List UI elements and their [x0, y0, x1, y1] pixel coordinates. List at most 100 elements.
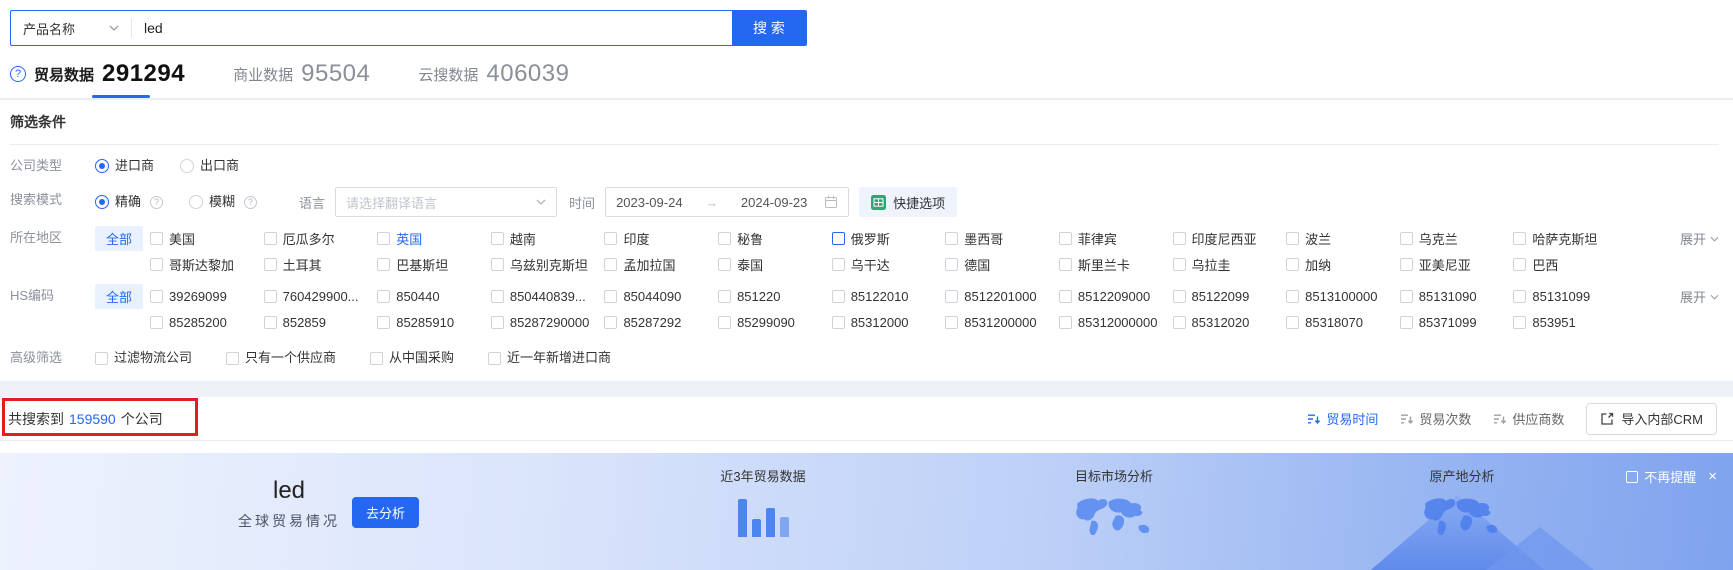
info-icon[interactable]: ?	[244, 195, 258, 209]
hs-expand-link[interactable]: 展开	[1680, 287, 1719, 306]
region-checkbox[interactable]: 乌克兰	[1399, 229, 1514, 248]
fuzzy-mode-radio[interactable]: 模糊 ?	[189, 189, 258, 215]
checkbox-icon	[945, 315, 959, 329]
info-icon[interactable]: ?	[150, 195, 164, 209]
hs-code-checkbox[interactable]: 853951	[1513, 315, 1627, 330]
region-checkbox[interactable]: 土耳其	[263, 255, 378, 274]
sort-supplier-count[interactable]: 供应商数	[1493, 409, 1564, 428]
hs-code-checkbox[interactable]: 85371099	[1399, 315, 1514, 330]
hs-code-checkbox[interactable]: 85285910	[377, 315, 491, 330]
region-checkbox[interactable]: 乌兹别克斯坦	[490, 255, 605, 274]
hs-code-checkbox[interactable]: 85131099	[1513, 289, 1627, 304]
radio-icon	[180, 159, 195, 173]
hs-code-checkbox[interactable]: 8513100000	[1286, 289, 1400, 304]
hs-code-checkbox[interactable]: 8531200000	[945, 315, 1059, 330]
hs-code-checkbox[interactable]: 851220	[718, 289, 832, 304]
hs-code-checkbox[interactable]: 85318070	[1286, 315, 1400, 330]
hs-code-checkbox[interactable]: 85131090	[1399, 289, 1514, 304]
hs-code-checkbox[interactable]: 85285200	[150, 315, 264, 330]
search-category-dropdown[interactable]: 产品名称	[11, 11, 131, 45]
hs-code-checkbox[interactable]: 85312000000	[1058, 315, 1173, 330]
importer-radio[interactable]: 进口商	[95, 153, 154, 179]
hs-code-checkbox[interactable]: 85122010	[831, 289, 946, 304]
region-checkbox[interactable]: 乌干达	[831, 255, 946, 274]
dismiss-checkbox-icon[interactable]	[1626, 470, 1639, 483]
region-checkbox[interactable]: 英国	[377, 229, 491, 248]
advanced-checkbox[interactable]: 近一年新增进口商	[488, 345, 611, 371]
question-circle-icon[interactable]: ?	[10, 66, 26, 82]
hs-code-checkbox[interactable]: 85299090	[718, 315, 832, 330]
checkbox-icon	[945, 257, 959, 271]
region-checkbox[interactable]: 德国	[945, 255, 1059, 274]
checkbox-icon	[718, 231, 732, 245]
region-checkbox[interactable]: 秘鲁	[718, 229, 832, 248]
sort-trade-count[interactable]: 贸易次数	[1400, 409, 1471, 428]
region-checkbox[interactable]: 俄罗斯	[831, 229, 946, 248]
company-type-label: 公司类型	[10, 158, 63, 173]
hs-all-tag[interactable]: 全部	[95, 283, 144, 309]
radio-icon	[95, 195, 109, 209]
region-checkbox[interactable]: 墨西哥	[945, 229, 1059, 248]
advanced-checkbox[interactable]: 过滤物流公司	[95, 345, 192, 371]
hs-code-checkbox[interactable]: 8512209000	[1058, 289, 1173, 304]
search-button[interactable]: 搜 索	[732, 11, 806, 45]
analysis-banner[interactable]: led 全球贸易情况 去分析 近3年贸易数据 目标市场分析 原产地分析 不再提醒…	[0, 453, 1733, 570]
hs-code-checkbox[interactable]: 85122099	[1172, 289, 1287, 304]
region-all-tag[interactable]: 全部	[95, 225, 144, 251]
hs-code-checkbox[interactable]: 850440839...	[490, 289, 605, 304]
region-checkbox[interactable]: 波兰	[1286, 229, 1400, 248]
advanced-checkbox[interactable]: 只有一个供应商	[226, 345, 336, 371]
date-range-picker[interactable]: 2023-09-24 → 2024-09-23	[605, 187, 850, 217]
hs-code-checkbox[interactable]: 85044090	[604, 289, 718, 304]
checkbox-icon	[1399, 231, 1413, 245]
exporter-radio[interactable]: 出口商	[180, 153, 239, 179]
close-icon[interactable]: ×	[1708, 468, 1717, 485]
search-input[interactable]	[132, 11, 732, 45]
tab-business-data[interactable]: 商业数据 95504	[233, 60, 370, 88]
region-checkbox[interactable]: 加纳	[1286, 255, 1400, 274]
dismiss-label[interactable]: 不再提醒	[1644, 467, 1696, 486]
hs-code-checkbox[interactable]: 85312020	[1172, 315, 1287, 330]
hs-code-checkbox[interactable]: 8512201000	[945, 289, 1059, 304]
advanced-checkbox[interactable]: 从中国采购	[370, 345, 454, 371]
top-section: 产品名称 搜 索 ? 贸易数据 291294 商业数据 95504 云搜数据 4…	[0, 0, 1733, 100]
region-checkbox[interactable]: 孟加拉国	[604, 255, 718, 274]
sort-trade-time[interactable]: 贸易时间	[1307, 409, 1378, 428]
region-checkbox[interactable]: 哈萨克斯坦	[1513, 229, 1627, 248]
hs-code-checkbox[interactable]: 85287292	[604, 315, 718, 330]
tab-trade-data[interactable]: ? 贸易数据 291294	[10, 60, 185, 88]
region-checkbox[interactable]: 乌拉圭	[1172, 255, 1287, 274]
region-checkbox[interactable]: 哥斯达黎加	[150, 255, 264, 274]
region-checkbox[interactable]: 巴基斯坦	[377, 255, 491, 274]
checkbox-icon	[718, 289, 732, 303]
region-checkbox[interactable]: 亚美尼亚	[1399, 255, 1514, 274]
region-checkbox[interactable]: 越南	[490, 229, 605, 248]
checkbox-icon	[1513, 257, 1527, 271]
region-checkbox[interactable]: 印度尼西亚	[1172, 229, 1287, 248]
region-checkbox[interactable]: 斯里兰卡	[1058, 255, 1173, 274]
data-source-tabs: ? 贸易数据 291294 商业数据 95504 云搜数据 406039	[10, 60, 1733, 98]
radio-icon	[189, 195, 204, 209]
region-checkbox[interactable]: 厄瓜多尔	[263, 229, 378, 248]
hs-code-checkbox[interactable]: 852859	[263, 315, 378, 330]
analyze-button[interactable]: 去分析	[352, 497, 420, 528]
hs-code-checkbox[interactable]: 39269099	[150, 289, 264, 304]
exact-mode-radio[interactable]: 精确 ?	[95, 189, 164, 215]
hs-code-checkbox[interactable]: 85287290000	[490, 315, 605, 330]
language-select[interactable]: 请选择翻译语言	[335, 187, 558, 217]
hs-code-checkbox[interactable]: 850440	[377, 289, 491, 304]
hs-code-filter-row: HS编码 全部 39269099 760429900... 850440 850…	[10, 283, 1719, 335]
tab-cloud-search-data[interactable]: 云搜数据 406039	[418, 60, 569, 88]
region-checkbox[interactable]: 印度	[604, 229, 718, 248]
region-checkbox[interactable]: 菲律宾	[1058, 229, 1173, 248]
import-crm-button[interactable]: 导入内部CRM	[1586, 402, 1717, 435]
region-checkbox[interactable]: 巴西	[1513, 255, 1627, 274]
hs-code-checkbox[interactable]: 85312000	[831, 315, 946, 330]
region-checkbox[interactable]: 美国	[150, 229, 264, 248]
quick-options-button[interactable]: 快捷选项	[859, 187, 958, 217]
region-checkbox[interactable]: 泰国	[718, 255, 832, 274]
checkbox-icon	[718, 315, 732, 329]
checkbox-icon	[490, 231, 504, 245]
region-expand-link[interactable]: 展开	[1680, 229, 1719, 248]
hs-code-checkbox[interactable]: 760429900...	[263, 289, 378, 304]
